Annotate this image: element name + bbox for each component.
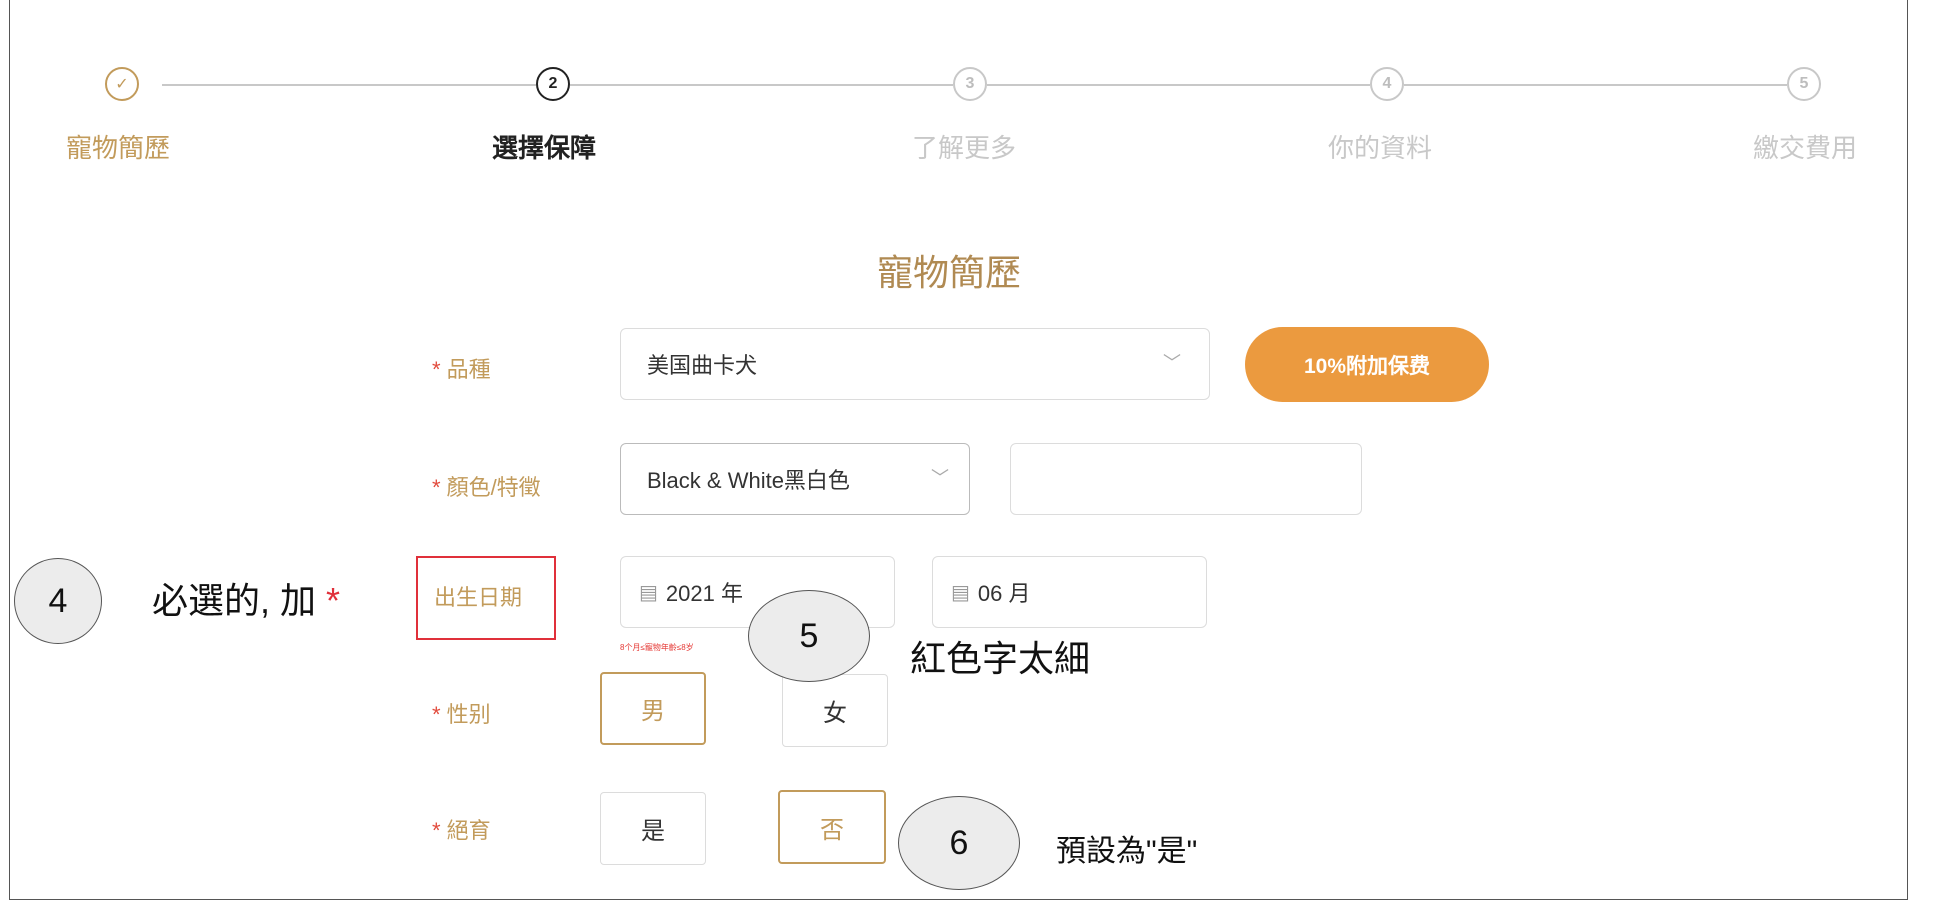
- stepper-line: [987, 84, 1370, 86]
- color-feature-input[interactable]: [1010, 443, 1362, 515]
- calendar-icon: ▤: [639, 581, 658, 604]
- stepper-line: [1404, 84, 1787, 86]
- surcharge-badge[interactable]: 10%附加保费: [1245, 327, 1489, 402]
- calendar-icon: ▤: [951, 581, 970, 604]
- annotation-4-bubble: 4: [14, 558, 102, 644]
- required-mark: *: [432, 702, 441, 727]
- step-4-circle: 4: [1370, 67, 1404, 101]
- dob-hint-text: 8个月≤寵物年齡≤8岁: [620, 643, 694, 652]
- dob-year-value: 2021 年: [665, 581, 743, 606]
- step-3-circle: 3: [953, 67, 987, 101]
- gender-male-option[interactable]: 男: [600, 672, 706, 745]
- chevron-down-icon: ﹀: [931, 468, 949, 488]
- required-mark: *: [432, 818, 441, 843]
- color-label: * 顏色/特徵: [432, 475, 541, 500]
- breed-select[interactable]: 美国曲卡犬 ﹀: [620, 328, 1210, 400]
- color-value: Black & White黑白色: [647, 468, 850, 493]
- dob-label: 出生日期: [434, 585, 523, 610]
- dob-month-picker[interactable]: ▤ 06 月: [932, 556, 1207, 628]
- annotation-5-bubble: 5: [748, 590, 870, 682]
- breed-label: * 品種: [432, 357, 491, 382]
- annotation-4-text: 必選的, 加 *: [152, 580, 341, 621]
- step-2-label[interactable]: 選擇保障: [492, 128, 596, 165]
- annotation-5-text: 紅色字太細: [910, 638, 1091, 679]
- required-mark: *: [432, 475, 441, 500]
- step-5-label: 繳交費用: [1753, 133, 1858, 163]
- dob-month-value: 06 月: [977, 581, 1031, 606]
- stepper-line: [162, 84, 536, 86]
- step-2-circle[interactable]: 2: [536, 67, 570, 101]
- chevron-down-icon: ﹀: [1163, 353, 1181, 373]
- stepper-line: [570, 84, 953, 86]
- neutered-no-option[interactable]: 否: [778, 790, 886, 864]
- annotation-6-bubble: 6: [898, 796, 1020, 890]
- step-1-check-icon[interactable]: ✓: [105, 67, 139, 101]
- color-select[interactable]: Black & White黑白色 ﹀: [620, 443, 970, 515]
- breed-value: 美国曲卡犬: [647, 353, 758, 378]
- step-3-label: 了解更多: [912, 133, 1017, 163]
- required-mark: *: [432, 357, 441, 382]
- gender-label: * 性别: [432, 702, 491, 727]
- neutered-label: * 絕育: [432, 818, 491, 843]
- gender-female-option[interactable]: 女: [782, 674, 888, 747]
- step-4-label: 你的資料: [1328, 133, 1433, 163]
- neutered-yes-option[interactable]: 是: [600, 792, 706, 865]
- step-5-circle: 5: [1787, 67, 1821, 101]
- annotation-6-text: 預設為"是": [1056, 835, 1198, 868]
- step-1-label[interactable]: 寵物簡歷: [66, 128, 170, 165]
- section-title: 寵物簡歷: [877, 252, 1022, 293]
